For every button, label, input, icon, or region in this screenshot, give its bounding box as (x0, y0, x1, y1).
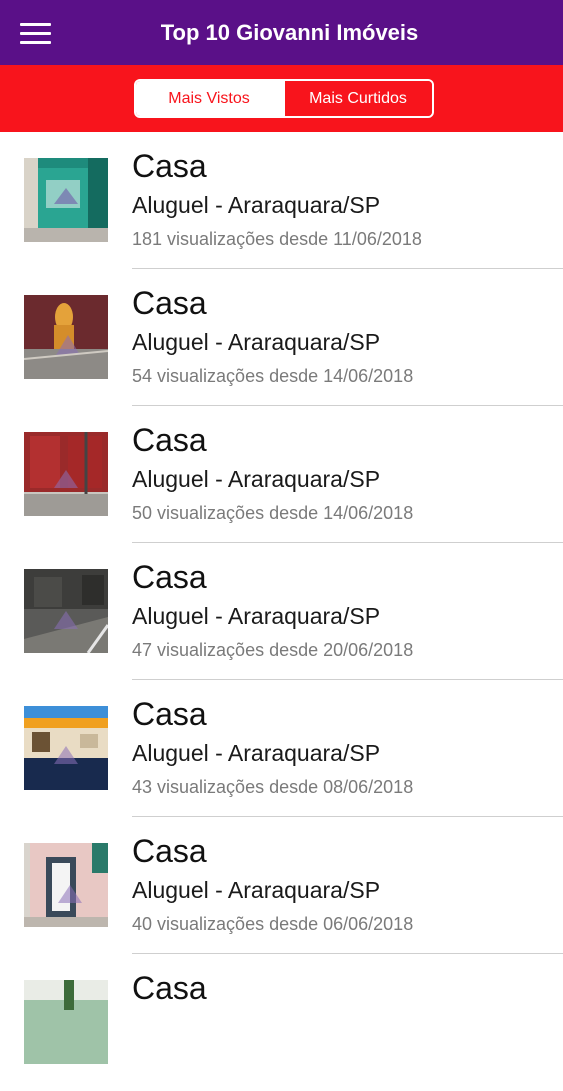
property-thumbnail (24, 158, 108, 242)
property-type: Casa (132, 559, 207, 595)
property-location: Aluguel - Araraquara/SP (132, 603, 381, 629)
property-location: Aluguel - Araraquara/SP (132, 192, 381, 218)
property-thumbnail (24, 843, 108, 927)
property-location: Aluguel - Araraquara/SP (132, 466, 381, 492)
property-thumbnail (24, 569, 108, 653)
property-thumbnail (24, 980, 108, 1064)
property-location: Aluguel - Araraquara/SP (132, 877, 381, 903)
property-type: Casa (132, 833, 207, 869)
property-location: Aluguel - Araraquara/SP (132, 740, 381, 766)
list-item[interactable]: Casa Aluguel - Araraquara/SP 43 visualiz… (0, 680, 563, 817)
property-type: Casa (132, 696, 207, 732)
property-location: Aluguel - Araraquara/SP (132, 329, 381, 355)
list-item[interactable]: Casa Aluguel - Araraquara/SP 54 visualiz… (0, 269, 563, 406)
list-item[interactable]: Casa (0, 954, 563, 1091)
list-item[interactable]: Casa Aluguel - Araraquara/SP 50 visualiz… (0, 406, 563, 543)
view-count: 40 visualizações desde 06/06/2018 (132, 914, 414, 934)
property-thumbnail (24, 295, 108, 379)
property-type: Casa (132, 285, 207, 321)
list-item[interactable]: Casa Aluguel - Araraquara/SP 47 visualiz… (0, 543, 563, 680)
view-count: 54 visualizações desde 14/06/2018 (132, 366, 414, 386)
property-thumbnail (24, 432, 108, 516)
view-count: 181 visualizações desde 11/06/2018 (132, 229, 422, 249)
list-item[interactable]: Casa Aluguel - Araraquara/SP 40 visualiz… (0, 817, 563, 954)
property-thumbnail (24, 706, 108, 790)
property-type: Casa (132, 148, 207, 184)
property-type: Casa (132, 970, 207, 1006)
tab-mais-vistos[interactable]: Mais Vistos (135, 81, 283, 116)
view-count: 50 visualizações desde 14/06/2018 (132, 503, 414, 523)
property-type: Casa (132, 422, 207, 458)
segmented-control: Mais Vistos Mais Curtidos (133, 79, 434, 118)
app-bar: Top 10 Giovanni Imóveis (0, 0, 563, 65)
tab-bar: Mais Vistos Mais Curtidos (0, 65, 563, 132)
page-title: Top 10 Giovanni Imóveis (160, 19, 419, 45)
view-count: 43 visualizações desde 08/06/2018 (132, 777, 414, 797)
view-count: 47 visualizações desde 20/06/2018 (132, 640, 414, 660)
tab-mais-curtidos[interactable]: Mais Curtidos (282, 81, 432, 116)
list-item[interactable]: Casa Aluguel - Araraquara/SP 181 visuali… (0, 132, 563, 269)
listing-list: Casa Aluguel - Araraquara/SP 181 visuali… (0, 132, 563, 1091)
